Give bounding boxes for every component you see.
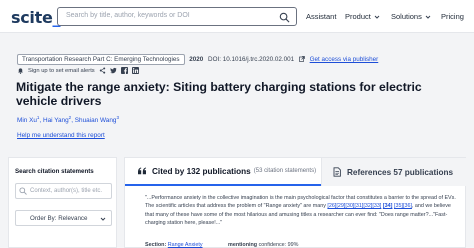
help-understand-link[interactable]: Help me understand this report [17,132,105,139]
author-link[interactable]: Shuaian Wang3 [75,115,119,124]
share-icon[interactable] [99,67,106,74]
paper-title: Mitigate the range anxiety: Siting batte… [16,80,422,108]
order-by-select[interactable]: Order By: Relevance [15,210,112,226]
nav-pricing-link[interactable]: Pricing [441,12,464,21]
chevron-down-icon [374,15,380,19]
order-by-value: Order By: Relevance [30,215,88,222]
paper-header: Transportation Research Part C: Emerging… [8,40,468,150]
facebook-icon[interactable] [120,67,128,74]
top-navbar: scite_ Search by title, author, keywords… [0,0,474,33]
section-label: Section: [145,242,167,248]
search-icon [19,187,27,195]
tab-cited-by[interactable]: Cited by 132 publications (53 citation s… [125,158,321,186]
paper-meta-row: Transportation Research Part C: Emerging… [17,54,378,65]
citation-search-placeholder: Context, author(s), title etc. [30,188,103,194]
citation-reference-link[interactable]: [35][36] [394,203,412,209]
nav-assistant-link[interactable]: Assistant [306,12,336,21]
sidebar-title: Search citation statements [15,168,94,175]
tab-references-label: References 57 publications [347,167,454,177]
citation-statement: "...Performance anxiety in the collectiv… [145,195,456,227]
citations-panel: Cited by 132 publications (53 citation s… [124,157,467,248]
confidence-value: confidence: 99% [258,242,299,248]
citation-reference-link[interactable]: [34] [383,203,393,209]
citation-search-sidebar: Search citation statements Context, auth… [8,157,117,248]
citation-reference-link[interactable]: [26][29][30][31][32][33] [327,203,381,209]
quote-icon [138,167,147,175]
tab-references[interactable]: References 57 publications [321,158,467,186]
search-placeholder: Search by title, author, keywords or DOI [66,12,190,19]
nav-product-menu[interactable]: Product [345,12,380,21]
alerts-row: Sign up to set email alerts [17,67,139,74]
authors-list: Min Xu1, Hai Yang2, Shuaian Wang3 [17,115,119,125]
author-link[interactable]: Min Xu1 [17,115,39,124]
tab-cited-label: Cited by 132 publications [152,166,251,176]
document-icon [333,167,341,177]
twitter-icon[interactable] [109,67,117,74]
global-search-input[interactable]: Search by title, author, keywords or DOI [57,7,297,26]
scite-logo[interactable]: scite_ [11,8,60,27]
paper-year: 2020 [189,56,204,63]
chevron-down-icon [425,15,431,19]
bell-icon [18,68,23,74]
nav-solutions-menu[interactable]: Solutions [391,12,431,21]
citation-search-input[interactable]: Context, author(s), title etc. [15,183,112,199]
email-alerts-link[interactable]: Sign up to set email alerts [28,68,95,74]
tab-cited-sub: (53 citation statements) [253,168,317,174]
paper-doi: DOI: 10.1016/j.trc.2020.02.001 [208,56,295,63]
citation-meta: Section: Range Anxiety mentioning confid… [145,242,298,248]
section-value-link[interactable]: Range Anxiety [168,242,203,248]
author-link[interactable]: Hai Yang2 [43,115,71,124]
journal-badge[interactable]: Transportation Research Part C: Emerging… [17,54,185,65]
mentioning-badge: mentioning [228,242,258,248]
linkedin-icon[interactable] [131,67,139,74]
chevron-down-icon [100,217,106,221]
external-link-icon [299,56,305,63]
search-icon[interactable] [279,12,290,23]
access-publisher-link[interactable]: Get access via publisher [310,56,379,63]
